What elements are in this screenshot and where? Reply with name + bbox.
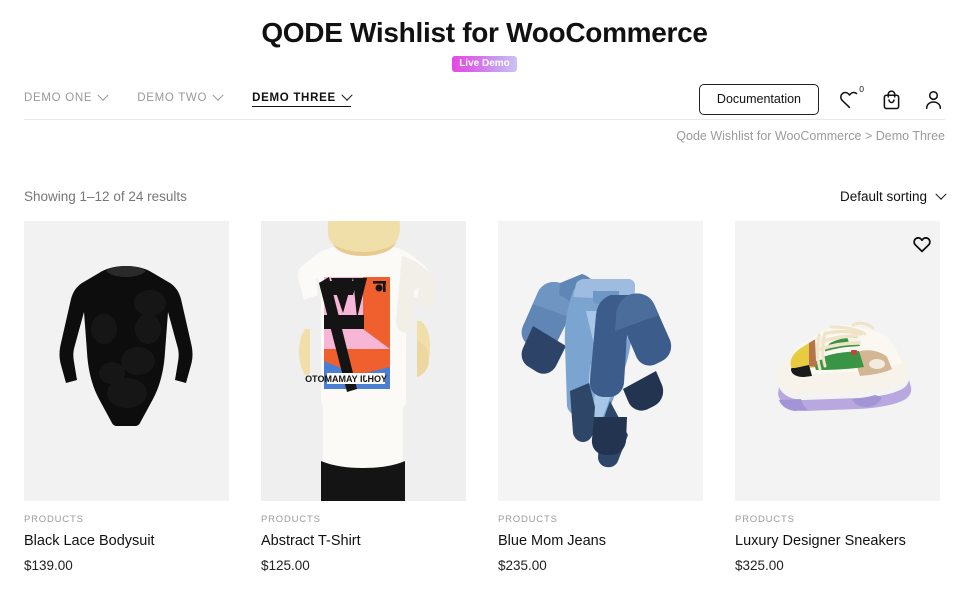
chunky-sneaker-image xyxy=(735,221,940,501)
cart-button[interactable] xyxy=(879,87,903,111)
nav-item-label: DEMO TWO xyxy=(137,92,208,104)
heart-icon xyxy=(839,91,857,108)
page-root: QODE Wishlist for WooCommerce Live Demo … xyxy=(0,0,969,592)
account-button[interactable] xyxy=(921,87,945,111)
product-wishlist-heart-icon[interactable] xyxy=(912,234,932,254)
nav-menu: DEMO ONE DEMO TWO DEMO THREE xyxy=(24,89,353,107)
chevron-down-icon xyxy=(97,89,109,101)
nav-item-demo-two[interactable]: DEMO TWO xyxy=(137,89,224,106)
nav-item-demo-three[interactable]: DEMO THREE xyxy=(252,89,353,107)
product-title[interactable]: Abstract T-Shirt xyxy=(261,532,466,551)
chevron-down-icon xyxy=(212,89,224,101)
live-demo-badge: Live Demo xyxy=(452,56,517,72)
product-image[interactable]: YOHJI YAMAMOTO xyxy=(261,221,466,501)
title-block: QODE Wishlist for WooCommerce Live Demo xyxy=(0,0,969,72)
product-price: $139.00 xyxy=(24,558,73,573)
product-card[interactable]: PRODUCTS Black Lace Bodysuit $139.00 xyxy=(24,221,931,575)
product-price: $125.00 xyxy=(261,558,310,573)
chevron-down-icon xyxy=(935,188,947,200)
main-navbar: DEMO ONE DEMO TWO DEMO THREE Documentati… xyxy=(0,80,969,118)
product-title[interactable]: Luxury Designer Sneakers xyxy=(735,532,940,551)
product-title[interactable]: Black Lace Bodysuit xyxy=(24,532,229,551)
blue-denim-jeans-image xyxy=(498,221,703,501)
catalog-toolbar: Showing 1–12 of 24 results Default sorti… xyxy=(24,188,947,206)
product-title[interactable]: Blue Mom Jeans xyxy=(498,532,703,551)
product-category: PRODUCTS xyxy=(24,514,84,525)
product-grid: PRODUCTS Black Lace Bodysuit $139.00 YOH… xyxy=(24,221,945,575)
black-long-sleeve-lace-bodysuit-image xyxy=(24,221,229,501)
svg-text:YOHJI YAMAMOTO: YOHJI YAMAMOTO xyxy=(305,374,387,384)
wishlist-button[interactable]: 0 xyxy=(837,84,864,111)
product-category: PRODUCTS xyxy=(498,514,558,525)
product-card[interactable]: PRODUCTS Luxury Designer Sneakers $325.0… xyxy=(735,221,940,575)
sorting-select-value: Default sorting xyxy=(839,189,927,204)
nav-item-label: DEMO ONE xyxy=(24,92,93,104)
product-category: PRODUCTS xyxy=(735,514,795,525)
wishlist-count-badge: 0 xyxy=(859,84,864,94)
nav-item-demo-one[interactable]: DEMO ONE xyxy=(24,89,109,106)
breadcrumb[interactable]: Qode Wishlist for WooCommerce > Demo Thr… xyxy=(676,128,945,145)
product-category: PRODUCTS xyxy=(261,514,321,525)
nav-actions: Documentation 0 xyxy=(698,83,945,115)
nav-item-label: DEMO THREE xyxy=(252,91,336,104)
product-image[interactable] xyxy=(24,221,229,501)
product-card[interactable]: PRODUCTS Blue Mom Jeans $235.00 xyxy=(498,221,931,575)
page-title: QODE Wishlist for WooCommerce xyxy=(261,17,708,48)
user-icon xyxy=(925,90,941,109)
product-image[interactable] xyxy=(735,221,940,501)
documentation-button[interactable]: Documentation xyxy=(698,83,819,115)
product-price: $325.00 xyxy=(735,558,784,573)
navbar-divider xyxy=(24,119,945,120)
chevron-down-icon xyxy=(341,89,353,101)
shopping-bag-icon xyxy=(883,89,899,109)
sorting-select[interactable]: Default sorting xyxy=(839,188,947,206)
white-tshirt-abstract-back-print-image: YOHJI YAMAMOTO xyxy=(261,221,466,501)
product-image[interactable] xyxy=(498,221,703,501)
results-count: Showing 1–12 of 24 results xyxy=(24,189,187,204)
product-card[interactable]: YOHJI YAMAMOTO PRODUCTS Abstract T-Shirt… xyxy=(261,221,931,575)
product-price: $235.00 xyxy=(498,558,547,573)
